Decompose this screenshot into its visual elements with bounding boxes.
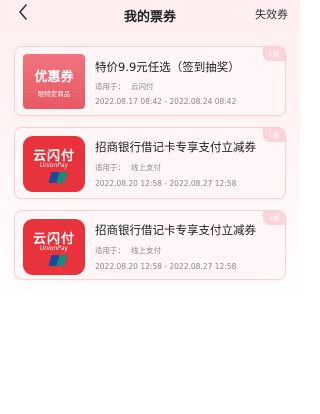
coupon-validity: 2022.08.20 12:58 - 2022.08.27 12:58	[95, 262, 237, 271]
unionpay-stripes-icon	[40, 255, 68, 266]
coupon-count-tag: 1张	[263, 211, 285, 225]
coupon-card[interactable]: 1张 云闪付 UnionPay 招商银行借记卡专享支付立减券 适用于： 线上支付 …	[14, 210, 286, 280]
coupon-title: 招商银行借记卡专享支付立减券	[95, 140, 256, 154]
unionpay-logo: 云闪付 UnionPay	[23, 219, 85, 275]
scope-label: 适用于：	[95, 246, 125, 255]
scope-label: 适用于：	[95, 82, 125, 91]
navigation-bar: 我的票券 失效券	[0, 0, 300, 28]
scope-value: 线上支付	[131, 246, 161, 255]
coupon-count-tag: 1张	[263, 128, 285, 142]
coupon-title: 招商银行借记卡专享支付立减券	[95, 223, 256, 237]
coupon-scope: 适用于： 线上支付	[95, 162, 161, 173]
coupon-scope: 适用于： 线上支付	[95, 245, 161, 256]
coupon-card[interactable]: 1张 优惠券 限特定商品 特价9.9元任选（签到抽奖） 适用于： 云闪付 2022…	[14, 46, 286, 116]
scope-value: 云闪付	[131, 82, 154, 91]
coupon-badge-title: 优惠券	[34, 70, 74, 85]
coupon-scope: 适用于： 云闪付	[95, 81, 154, 92]
unionpay-logo: 云闪付 UnionPay	[23, 136, 85, 192]
logo-subtext: UnionPay	[39, 162, 69, 169]
scope-label: 适用于：	[95, 163, 125, 172]
scope-value: 线上支付	[131, 163, 161, 172]
unionpay-stripes-icon	[40, 172, 68, 183]
coupon-title: 特价9.9元任选（签到抽奖）	[95, 60, 240, 74]
coupon-validity: 2022.08.17 08:42 - 2022.08.24 08:42	[95, 97, 237, 106]
expired-coupons-link[interactable]: 失效券	[255, 6, 288, 22]
coupon-validity: 2022.08.20 12:58 - 2022.08.27 12:58	[95, 179, 237, 188]
coupon-badge-subtitle: 限特定商品	[37, 90, 71, 98]
coupon-card[interactable]: 1张 云闪付 UnionPay 招商银行借记卡专享支付立减券 适用于： 线上支付 …	[14, 127, 286, 199]
coupon-count-tag: 1张	[263, 47, 285, 61]
logo-subtext: UnionPay	[39, 245, 69, 252]
coupon-badge: 优惠券 限特定商品	[23, 54, 85, 109]
